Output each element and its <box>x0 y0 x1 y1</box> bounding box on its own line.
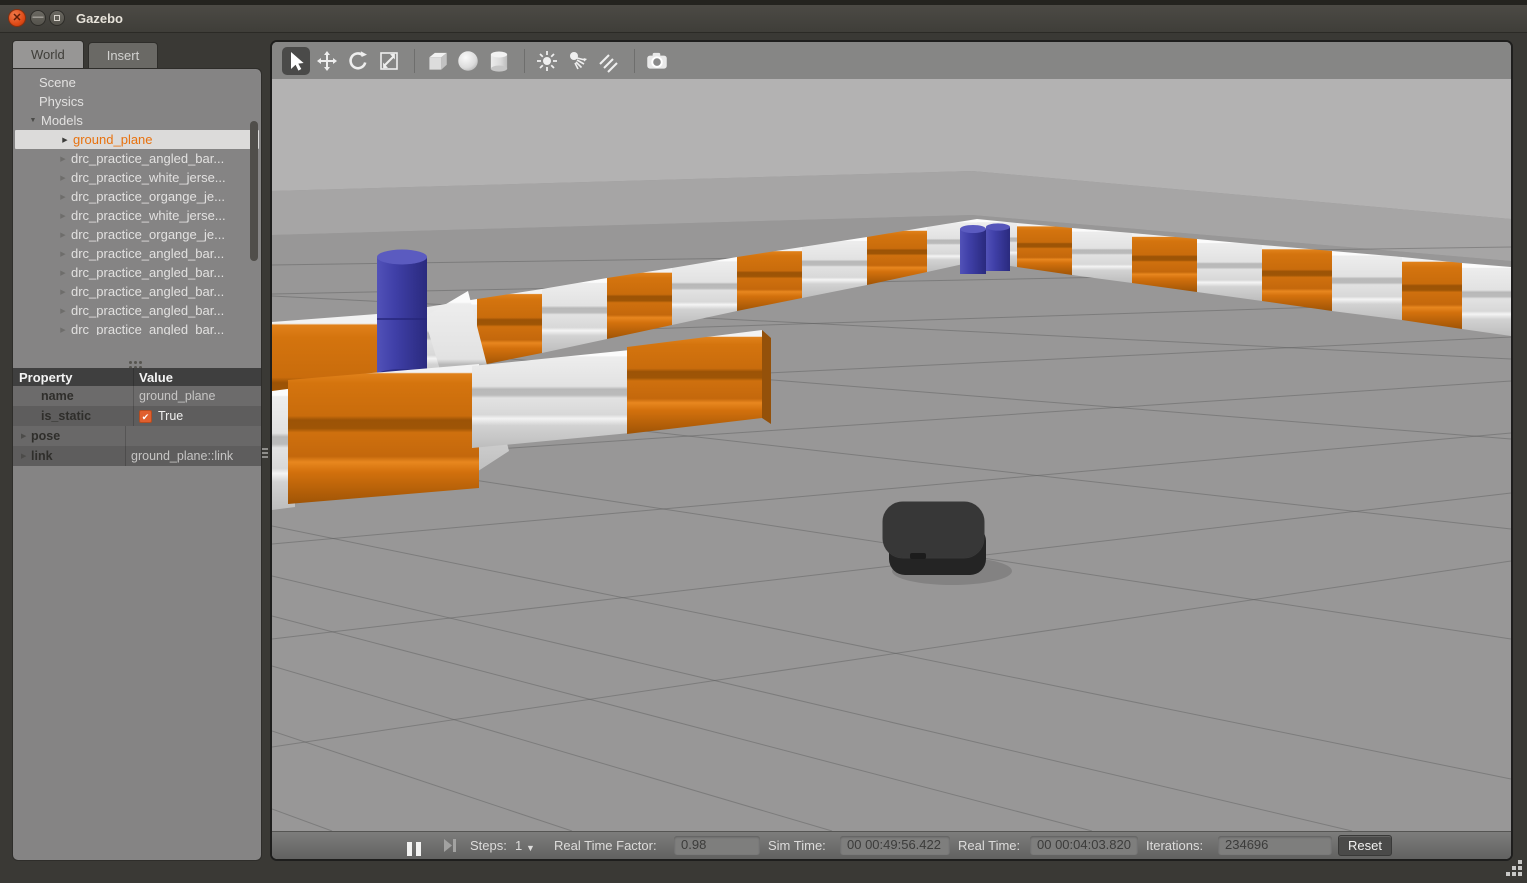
maximize-icon <box>54 15 60 21</box>
expand-icon[interactable]: ▶ <box>55 155 71 163</box>
directional-light-button[interactable] <box>595 47 623 75</box>
expand-icon[interactable]: ▶ <box>55 288 71 296</box>
camera-icon <box>644 48 670 74</box>
maximize-button[interactable] <box>49 10 65 26</box>
translate-icon <box>315 49 339 73</box>
window-title: Gazebo <box>76 11 123 26</box>
tree-item-model[interactable]: ▶drc_practice_angled_bar... <box>13 244 261 263</box>
property-row-link[interactable]: ▶ link ground_plane::link <box>13 446 261 466</box>
point-light-icon <box>535 49 559 73</box>
point-light-button[interactable] <box>533 47 561 75</box>
expand-icon[interactable]: ▶ <box>55 231 71 239</box>
sphere-icon <box>455 48 481 74</box>
rtf-field[interactable]: 0.98 <box>674 836 760 855</box>
left-panel: World Insert Scene Physics ▼Models ▶grou… <box>12 40 262 861</box>
iterations-field[interactable]: 234696 <box>1218 836 1332 855</box>
property-row-name[interactable]: name ground_plane <box>13 386 261 406</box>
screenshot-button[interactable] <box>643 47 671 75</box>
insert-sphere-button[interactable] <box>454 47 482 75</box>
property-table-header: Property Value <box>13 368 261 386</box>
panel-tabs: World Insert <box>12 40 162 68</box>
expand-icon[interactable]: ▶ <box>57 136 73 144</box>
sim-time-field[interactable]: 00 00:49:56.422 <box>840 836 950 855</box>
expand-icon[interactable]: ▶ <box>55 307 71 315</box>
select-tool-button[interactable] <box>282 47 310 75</box>
tab-world[interactable]: World <box>12 40 84 68</box>
directional-light-icon <box>597 49 621 73</box>
model-tree: Scene Physics ▼Models ▶ground_plane ▶drc… <box>13 73 261 335</box>
tree-item-models[interactable]: ▼Models <box>13 111 261 130</box>
tree-item-model[interactable]: ▶drc_practice_angled_bar... <box>13 263 261 282</box>
rotate-tool-button[interactable] <box>344 47 372 75</box>
steps-value[interactable]: 1 <box>515 832 522 859</box>
scene-canvas[interactable] <box>272 79 1511 831</box>
close-button[interactable]: ✕ <box>8 9 26 27</box>
tree-scrollbar[interactable] <box>250 121 258 261</box>
blue-barrel-pair[interactable] <box>960 223 1010 274</box>
toolbar-separator <box>414 49 415 73</box>
world-panel: Scene Physics ▼Models ▶ground_plane ▶drc… <box>12 68 262 861</box>
real-time-label: Real Time: <box>958 832 1020 859</box>
pause-button[interactable] <box>405 838 423 861</box>
property-table: Property Value name ground_plane is_stat… <box>13 368 261 466</box>
iterations-label: Iterations: <box>1146 832 1203 859</box>
expand-icon[interactable]: ▶ <box>55 269 71 277</box>
step-icon <box>441 832 459 859</box>
tree-item-model[interactable]: ▶drc_practice_organge_je... <box>13 187 261 206</box>
property-row-is-static[interactable]: is_static ✔True <box>13 406 261 426</box>
checkbox-checked-icon[interactable]: ✔ <box>139 410 152 423</box>
steps-label: Steps: <box>470 832 507 859</box>
expand-icon[interactable]: ▶ <box>55 193 71 201</box>
translate-tool-button[interactable] <box>313 47 341 75</box>
scale-icon <box>377 49 401 73</box>
tree-item-model[interactable]: ▶drc_practice_angled_bar... <box>13 282 261 301</box>
spot-light-icon <box>566 49 590 73</box>
steps-dropdown-icon[interactable]: ▼ <box>526 835 535 861</box>
spot-light-button[interactable] <box>564 47 592 75</box>
expand-icon[interactable]: ▶ <box>55 212 71 220</box>
insert-cylinder-button[interactable] <box>485 47 513 75</box>
tree-item-ground-plane[interactable]: ▶ground_plane <box>15 130 259 149</box>
cylinder-icon <box>486 48 512 74</box>
blue-cylinder-stack[interactable] <box>377 250 427 382</box>
tree-item-scene[interactable]: Scene <box>13 73 261 92</box>
rotate-icon <box>346 49 370 73</box>
tab-insert[interactable]: Insert <box>88 42 159 68</box>
scale-tool-button[interactable] <box>375 47 403 75</box>
panel-resize-handle[interactable] <box>262 446 269 460</box>
expand-icon[interactable]: ▶ <box>55 250 71 258</box>
tree-item-model[interactable]: ▶drc_practice_angled_bar... <box>13 301 261 320</box>
reset-button[interactable]: Reset <box>1338 835 1392 856</box>
toolbar-separator <box>634 49 635 73</box>
minimize-button[interactable]: — <box>30 10 46 26</box>
titlebar[interactable]: ✕ — Gazebo <box>0 5 1527 33</box>
expand-icon[interactable]: ▶ <box>55 174 71 182</box>
insert-box-button[interactable] <box>423 47 451 75</box>
tree-item-model[interactable]: ▶drc_practice_angled_bar... <box>13 149 261 168</box>
tree-item-physics[interactable]: Physics <box>13 92 261 111</box>
simulation-statusbar: Steps: 1 ▼ Real Time Factor: 0.98 Sim Ti… <box>272 831 1511 859</box>
viewport-toolbar <box>272 42 1511 79</box>
tree-item-model[interactable]: ▶drc_practice_organge_je... <box>13 225 261 244</box>
real-time-field[interactable]: 00 00:04:03.820 <box>1030 836 1138 855</box>
tree-item-model[interactable]: ▶drc_practice_white_jerse... <box>13 206 261 225</box>
sim-time-label: Sim Time: <box>768 832 826 859</box>
tree-item-model[interactable]: ▶drc_practice_angled_bar... <box>13 320 261 335</box>
render-viewport: Steps: 1 ▼ Real Time Factor: 0.98 Sim Ti… <box>270 40 1513 861</box>
step-button[interactable] <box>441 832 459 861</box>
expand-icon[interactable]: ▶ <box>55 326 71 334</box>
toolbar-separator <box>524 49 525 73</box>
gazebo-window: ✕ — Gazebo World Insert Scene Physics ▼M… <box>0 0 1527 883</box>
property-row-pose[interactable]: ▶ pose <box>13 426 261 446</box>
window-resize-grip[interactable] <box>1504 858 1524 883</box>
box-icon <box>424 48 450 74</box>
cursor-icon <box>284 49 308 73</box>
tree-item-model[interactable]: ▶drc_practice_white_jerse... <box>13 168 261 187</box>
rtf-label: Real Time Factor: <box>554 832 657 859</box>
expand-icon[interactable]: ▶ <box>13 452 31 460</box>
expand-icon[interactable]: ▶ <box>13 432 31 440</box>
collapse-icon[interactable]: ▼ <box>25 117 41 124</box>
